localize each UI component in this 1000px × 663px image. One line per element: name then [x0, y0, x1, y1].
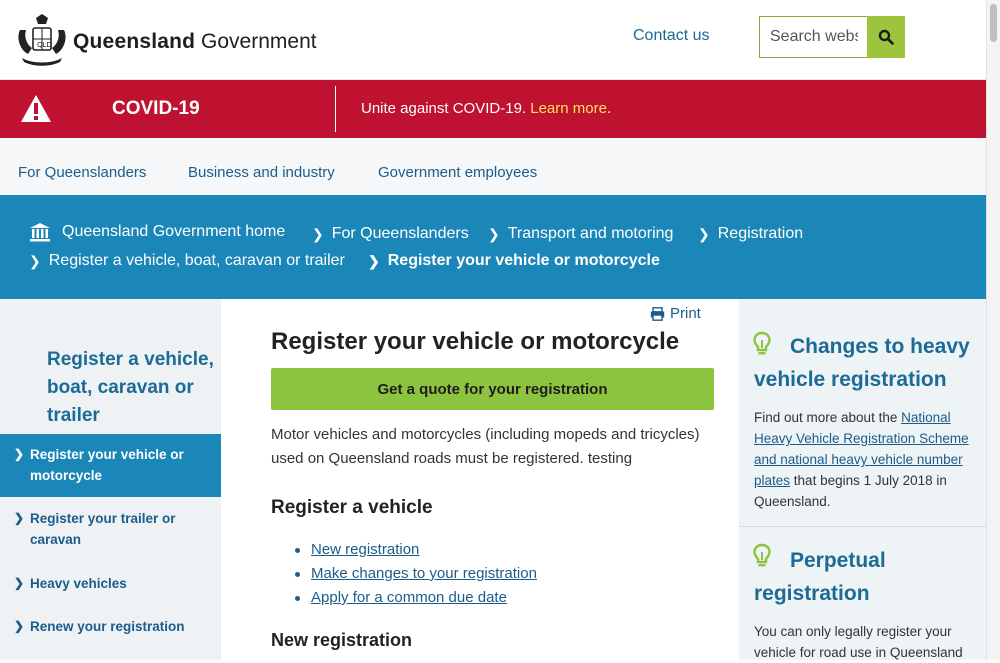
site-header: QLD Queensland Government Contact us — [0, 0, 1000, 80]
section-sidebar: Register a vehicle, boat, caravan or tra… — [0, 299, 221, 660]
search-button[interactable] — [867, 16, 905, 58]
list-item: Apply for a common due date — [295, 586, 537, 610]
printer-icon — [650, 306, 665, 321]
chevron-right-icon: ❯ — [488, 225, 500, 242]
contact-us-link[interactable]: Contact us — [633, 27, 709, 45]
banner-divider — [335, 86, 336, 132]
chevron-right-icon: ❯ — [14, 576, 25, 590]
breadcrumb-item[interactable]: ❯ Registration — [698, 225, 803, 243]
breadcrumb-label: Transport and motoring — [507, 225, 674, 242]
get-quote-button[interactable]: Get a quote for your registration — [271, 368, 714, 410]
covid-title: COVID-19 — [112, 98, 200, 119]
chevron-right-icon: ❯ — [368, 252, 380, 269]
aside-card-title[interactable]: Changes to heavy vehicle registration — [754, 330, 974, 396]
related-aside: Changes to heavy vehicle registration Fi… — [739, 299, 986, 660]
svg-text:QLD: QLD — [37, 41, 52, 49]
new-registration-link[interactable]: New registration — [311, 541, 419, 558]
subsection-heading: New registration — [271, 630, 413, 650]
print-label: Print — [670, 305, 701, 322]
aside-divider — [739, 526, 986, 527]
queensland-coat-of-arms-logo[interactable]: QLD — [14, 14, 70, 68]
breadcrumb: Queensland Government home ❯ For Queensla… — [0, 195, 986, 299]
nav-for-queenslanders[interactable]: For Queenslanders — [18, 164, 146, 181]
covid-message: Unite against COVID-19. Learn more. — [361, 100, 611, 117]
brand-wordmark[interactable]: Queensland Government — [73, 30, 317, 54]
sidebar-item-label: Register your trailer or caravan — [30, 511, 176, 547]
nav-government-employees[interactable]: Government employees — [378, 164, 537, 181]
sidebar-item-label: Register your vehicle or motorcycle — [30, 447, 184, 483]
breadcrumb-current: ❯ Register your vehicle or motorcycle — [368, 252, 660, 270]
sidebar-item-label: Renew your registration — [30, 619, 185, 634]
sidebar-heading[interactable]: Register a vehicle, boat, caravan or tra… — [47, 346, 217, 430]
sidebar-item-heavy-vehicles[interactable]: ❯ Heavy vehicles — [0, 573, 221, 595]
breadcrumb-home[interactable]: Queensland Government home — [29, 222, 285, 242]
covid-message-text: Unite against COVID-19. — [361, 100, 527, 117]
chevron-right-icon: ❯ — [312, 225, 324, 242]
breadcrumb-item[interactable]: ❯ Transport and motoring — [488, 225, 673, 243]
brand-name-rest: Government — [201, 30, 317, 53]
search-input[interactable] — [759, 16, 868, 58]
breadcrumb-item[interactable]: ❯ For Queenslanders — [312, 225, 469, 243]
sidebar-item-register-vehicle[interactable]: ❯ Register your vehicle or motorcycle — [0, 434, 221, 497]
print-button[interactable]: Print — [650, 305, 701, 322]
chevron-right-icon: ❯ — [14, 447, 25, 461]
aside-card-title[interactable]: Perpetual registration — [754, 544, 974, 610]
intro-paragraph: Motor vehicles and motorcycles (includin… — [271, 426, 700, 467]
brand-name-bold: Queensland — [73, 30, 196, 53]
chevron-right-icon: ❯ — [14, 511, 25, 525]
page-scrollbar[interactable] — [986, 0, 1000, 660]
nav-business-and-industry[interactable]: Business and industry — [188, 164, 335, 181]
section-heading: Register a vehicle — [271, 497, 433, 518]
list-item: New registration — [295, 538, 537, 562]
breadcrumb-home-label: Queensland Government home — [62, 223, 286, 240]
chevron-right-icon: ❯ — [698, 225, 710, 242]
make-changes-link[interactable]: Make changes to your registration — [311, 565, 537, 582]
sidebar-item-label: Heavy vehicles — [30, 576, 127, 591]
search-icon — [878, 29, 894, 45]
chevron-right-icon: ❯ — [14, 619, 25, 633]
scrollbar-thumb[interactable] — [990, 4, 997, 42]
sidebar-item-register-trailer[interactable]: ❯ Register your trailer or caravan — [0, 508, 221, 552]
aside-card-text: Find out more about the — [754, 410, 898, 425]
breadcrumb-label: Registration — [717, 225, 804, 242]
aside-card-body: You can only legally register your vehic… — [754, 624, 963, 660]
warning-icon — [21, 95, 51, 122]
section-link-list: New registration Make changes to your re… — [295, 538, 537, 610]
chevron-right-icon: ❯ — [29, 252, 41, 269]
sidebar-item-renew-registration[interactable]: ❯ Renew your registration — [0, 616, 221, 638]
breadcrumb-label: For Queenslanders — [331, 225, 469, 242]
main-navigation: For Queenslanders Business and industry … — [0, 138, 986, 195]
breadcrumb-current-label: Register your vehicle or motorcycle — [387, 252, 660, 269]
common-due-date-link[interactable]: Apply for a common due date — [311, 589, 507, 606]
breadcrumb-label: Register a vehicle, boat, caravan or tra… — [48, 252, 345, 269]
page-title: Register your vehicle or motorcycle — [271, 328, 680, 355]
aside-card-body: Find out more about the National Heavy V… — [754, 407, 976, 512]
covid-message-end: . — [606, 100, 612, 117]
covid-alert-banner: COVID-19 Unite against COVID-19. Learn m… — [0, 80, 986, 138]
covid-learn-more-link[interactable]: Learn more — [530, 100, 607, 117]
government-building-icon — [30, 223, 50, 242]
breadcrumb-item[interactable]: ❯ Register a vehicle, boat, caravan or tr… — [29, 252, 345, 270]
list-item: Make changes to your registration — [295, 562, 537, 586]
